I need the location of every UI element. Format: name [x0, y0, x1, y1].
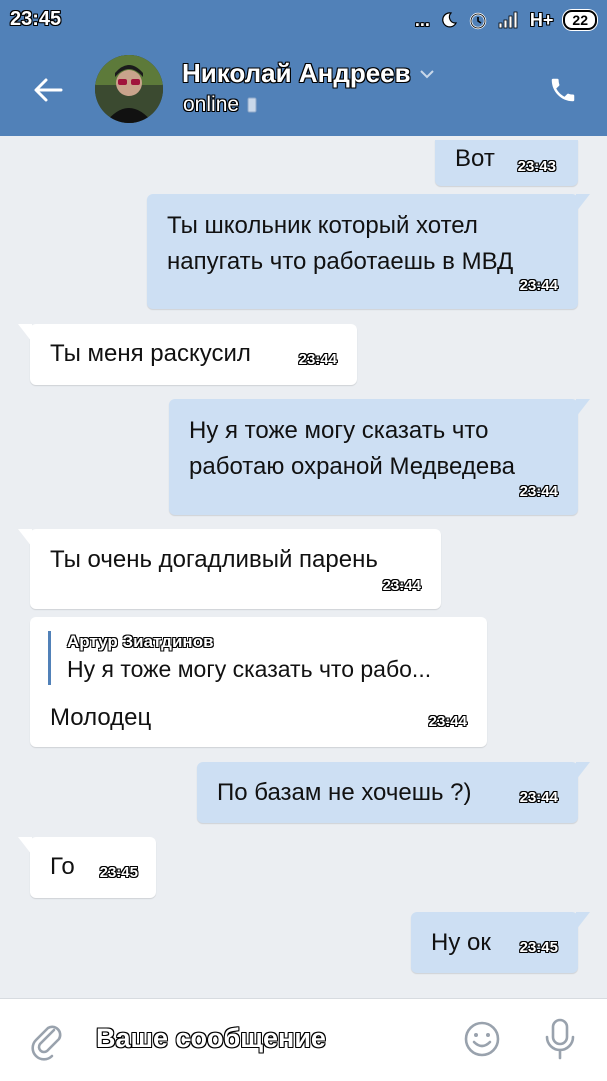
quoted-message[interactable]: Артур Зиатдинов Ну я тоже могу сказать ч…: [48, 631, 431, 685]
notification-dots: ...: [414, 9, 430, 30]
message-bubble-out[interactable]: Ты школьник который хотел напугать что р…: [147, 194, 590, 309]
message-bubble-out[interactable]: Ну я тоже могу сказать что работаю охран…: [169, 399, 590, 515]
message-bubble-out[interactable]: Ну ок 23:45: [411, 912, 590, 973]
message-input[interactable]: Ваше сообщение: [96, 1023, 326, 1054]
message-time: 23:45: [519, 939, 558, 956]
contact-status-text: online: [183, 93, 240, 116]
message-bubble-in-reply[interactable]: Артур Зиатдинов Ну я тоже могу сказать ч…: [30, 617, 487, 747]
phone-icon: [551, 78, 575, 102]
status-icons: ... H+ 22: [415, 8, 597, 32]
app-header: 23:45 ... H+ 22 Николай Андреев online: [0, 0, 607, 136]
message-text: Ну я тоже могу сказать что работаю охран…: [189, 417, 516, 480]
message-bubble-in[interactable]: Ты очень догадливый парень 23:44: [18, 529, 441, 609]
moon-icon: [442, 12, 457, 28]
status-bar: 23:45 ... H+ 22: [0, 0, 607, 40]
message-input-bar: Ваше сообщение: [0, 998, 607, 1081]
avatar-photo: [95, 55, 163, 123]
message-text: По базам не хочешь ?): [217, 779, 472, 806]
message-text: Го: [50, 853, 75, 880]
bubble-tail: [576, 194, 590, 212]
message-time: 23:44: [519, 789, 558, 806]
quoted-text: Ну я тоже могу сказать что рабо...: [67, 656, 432, 682]
bubble-tail: [576, 399, 590, 417]
smiley-icon[interactable]: [462, 1019, 502, 1059]
message-time: 23:44: [519, 483, 558, 500]
message-text: Вот: [455, 145, 495, 172]
message-time: 23:44: [382, 577, 421, 594]
bubble-tail: [576, 912, 590, 930]
message-text: Молодец: [50, 704, 152, 731]
quoted-author: Артур Зиатдинов: [67, 632, 214, 651]
call-button[interactable]: [543, 70, 583, 110]
mobile-device-icon: [247, 97, 257, 113]
chevron-down-icon[interactable]: [419, 69, 435, 79]
message-time: 23:43: [517, 158, 556, 175]
message-text: Ты школьник который хотел напугать что р…: [167, 212, 514, 275]
contact-name[interactable]: Николай Андреев: [182, 58, 435, 89]
contact-status: online: [183, 93, 257, 117]
status-time: 23:45: [10, 8, 62, 30]
arrow-left-icon: [34, 78, 63, 102]
message-bubble-in[interactable]: Го 23:45: [18, 837, 156, 898]
back-button[interactable]: [24, 68, 72, 112]
bubble-tail: [18, 837, 32, 855]
contact-avatar[interactable]: [95, 55, 163, 123]
alarm-icon: [469, 12, 487, 30]
bubble-tail: [576, 762, 590, 780]
bubble-tail: [18, 324, 32, 342]
message-bubble-out[interactable]: По базам не хочешь ?) 23:44: [197, 762, 590, 823]
message-time: 23:44: [298, 351, 337, 368]
contact-name-text: Николай Андреев: [182, 58, 411, 88]
message-text: Ты очень догадливый парень: [50, 546, 378, 573]
message-bubble-in[interactable]: Ты меня раскусил 23:44: [18, 324, 357, 385]
battery-indicator: 22: [563, 10, 597, 30]
signal-icon: [498, 11, 518, 29]
bubble-tail: [18, 529, 32, 547]
message-time: 23:44: [519, 277, 558, 294]
message-time: 23:44: [428, 713, 467, 730]
message-bubble-out[interactable]: Вот 23:43: [435, 140, 578, 186]
paperclip-icon[interactable]: [28, 1021, 68, 1061]
microphone-icon[interactable]: [540, 1017, 580, 1061]
message-time: 23:45: [99, 864, 138, 881]
message-text: Ты меня раскусил: [50, 340, 251, 367]
message-text: Ну ок: [431, 929, 491, 956]
network-type: H+: [529, 9, 554, 30]
